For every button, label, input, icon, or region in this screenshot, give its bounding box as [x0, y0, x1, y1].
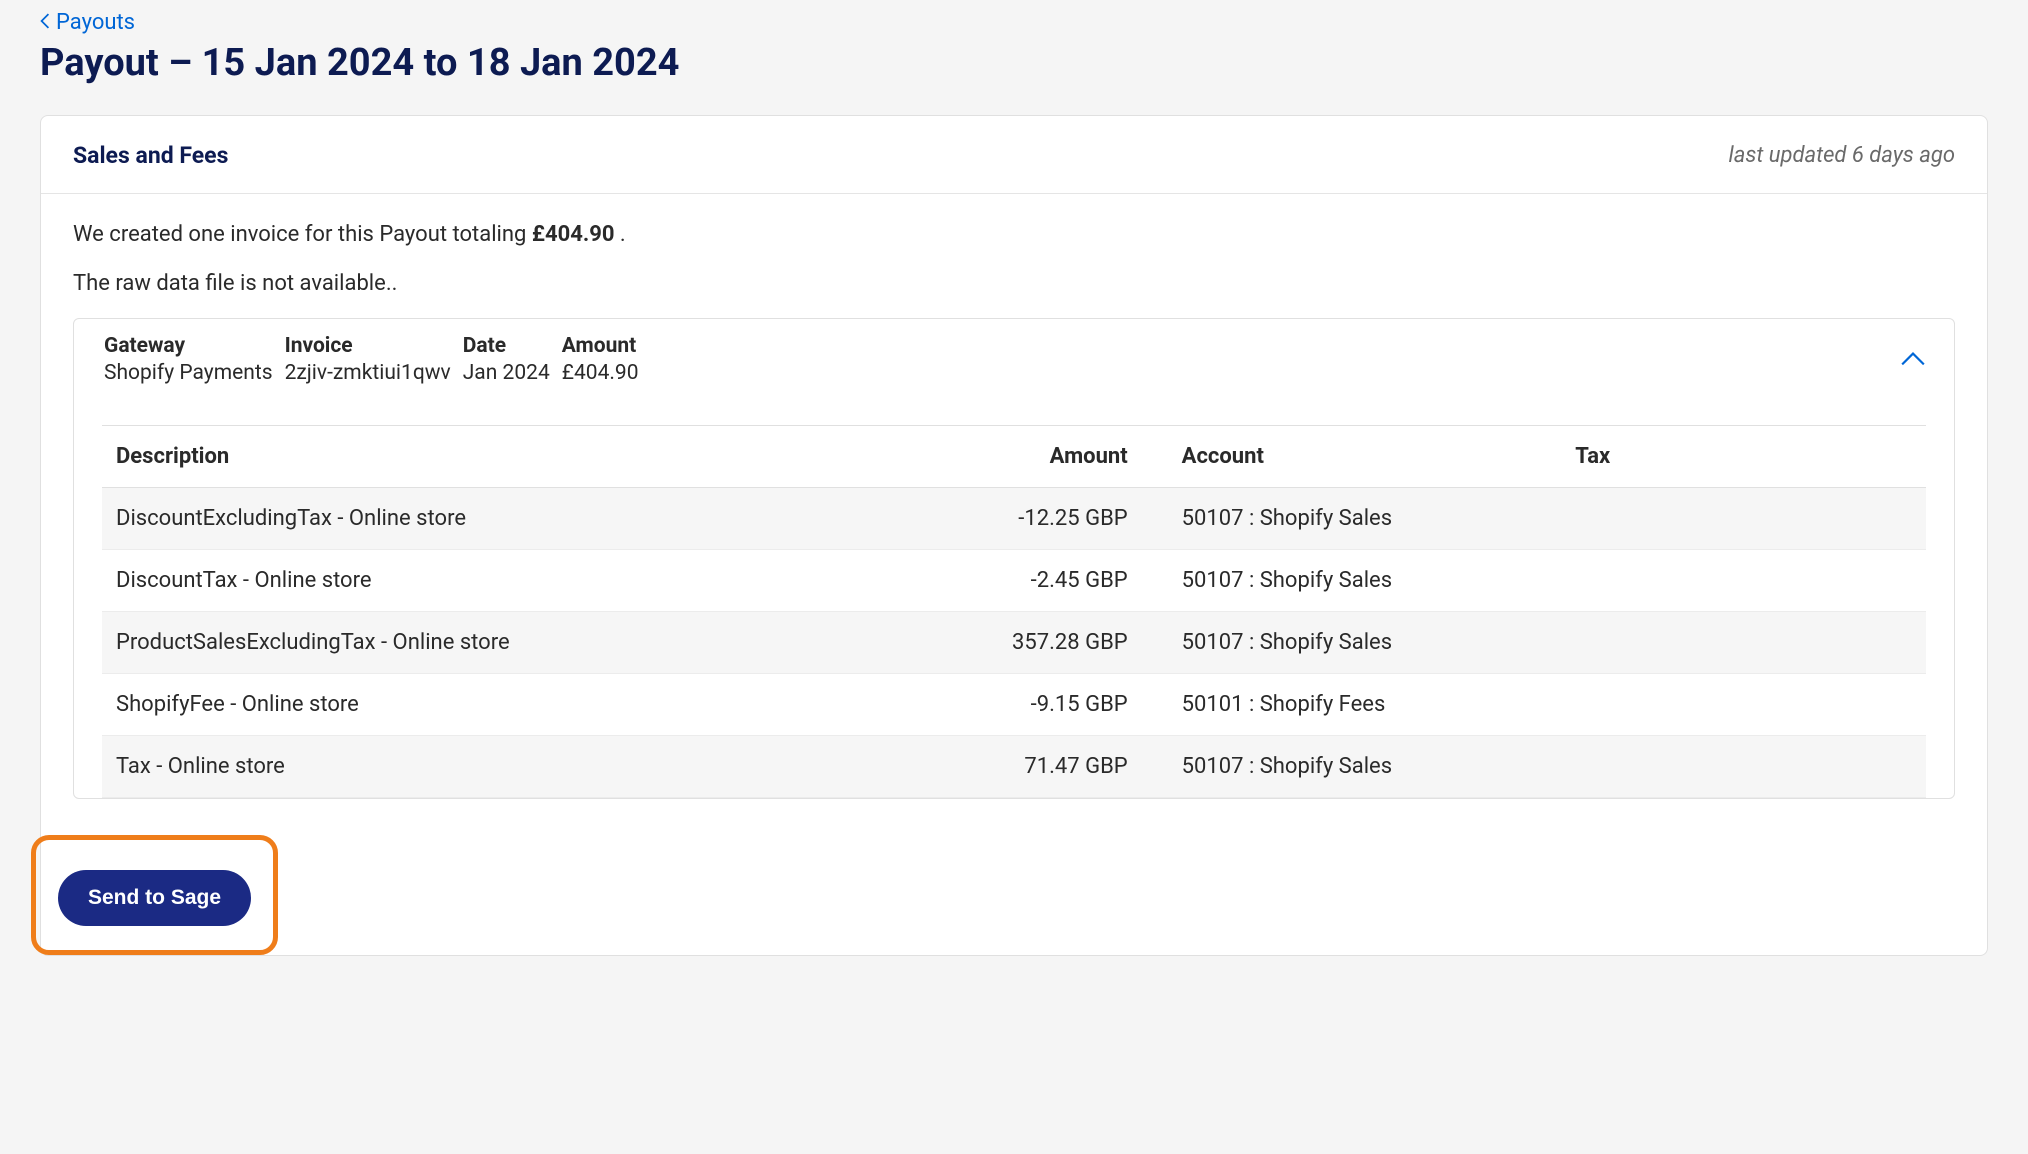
cell-description: DiscountTax - Online store [102, 550, 923, 612]
col-tax: Tax [1561, 426, 1926, 488]
sales-and-fees-card: Sales and Fees last updated 6 days ago W… [40, 115, 1988, 956]
table-row: DiscountExcludingTax - Online store-12.2… [102, 488, 1926, 550]
invoice-lines-table: Description Amount Account Tax DiscountE… [102, 425, 1926, 798]
card-title: Sales and Fees [73, 142, 228, 169]
invoice-lines-table-wrap: Description Amount Account Tax DiscountE… [74, 401, 1954, 798]
raw-data-note: The raw data file is not available.. [73, 269, 1955, 300]
cell-account: 50107 : Shopify Sales [1142, 612, 1562, 674]
table-row: ProductSalesExcludingTax - Online store3… [102, 612, 1926, 674]
invoice-accordion: Gateway Shopify Payments Invoice 2zjiv-z… [73, 318, 1955, 800]
chevron-left-icon [40, 10, 50, 35]
cell-tax [1561, 674, 1926, 736]
chevron-up-icon [1900, 348, 1926, 372]
meta-gateway: Gateway Shopify Payments [104, 333, 273, 388]
col-account: Account [1142, 426, 1562, 488]
send-to-sage-highlight: Send to Sage [31, 835, 278, 955]
summary-suffix: . [614, 222, 625, 247]
page-title: Payout – 15 Jan 2024 to 18 Jan 2024 [40, 41, 1988, 85]
summary-prefix: We created one invoice for this Payout t… [73, 222, 532, 247]
cell-account: 50101 : Shopify Fees [1142, 674, 1562, 736]
accordion-header[interactable]: Gateway Shopify Payments Invoice 2zjiv-z… [74, 319, 1954, 402]
last-updated-text: last updated 6 days ago [1729, 143, 1955, 168]
breadcrumb-label: Payouts [56, 10, 135, 35]
cell-tax [1561, 736, 1926, 798]
meta-date: Date Jan 2024 [463, 333, 550, 388]
cell-description: ProductSalesExcludingTax - Online store [102, 612, 923, 674]
col-amount: Amount [923, 426, 1142, 488]
cell-account: 50107 : Shopify Sales [1142, 736, 1562, 798]
cell-amount: 71.47 GBP [923, 736, 1142, 798]
breadcrumb-payouts[interactable]: Payouts [40, 10, 135, 35]
send-to-sage-button[interactable]: Send to Sage [58, 870, 251, 926]
card-body: We created one invoice for this Payout t… [41, 194, 1987, 817]
table-row: ShopifyFee - Online store-9.15 GBP50101 … [102, 674, 1926, 736]
invoice-summary: We created one invoice for this Payout t… [73, 220, 1955, 251]
card-header: Sales and Fees last updated 6 days ago [41, 116, 1987, 194]
cell-tax [1561, 612, 1926, 674]
cell-tax [1561, 488, 1926, 550]
table-row: Tax - Online store71.47 GBP50107 : Shopi… [102, 736, 1926, 798]
cell-amount: -12.25 GBP [923, 488, 1142, 550]
cell-description: ShopifyFee - Online store [102, 674, 923, 736]
cell-amount: -2.45 GBP [923, 550, 1142, 612]
meta-invoice: Invoice 2zjiv-zmktiui1qwv [285, 333, 451, 388]
table-header-row: Description Amount Account Tax [102, 426, 1926, 488]
cell-amount: -9.15 GBP [923, 674, 1142, 736]
cell-description: Tax - Online store [102, 736, 923, 798]
cell-description: DiscountExcludingTax - Online store [102, 488, 923, 550]
meta-amount: Amount £404.90 [562, 333, 639, 388]
col-description: Description [102, 426, 923, 488]
summary-amount: £404.90 [532, 222, 615, 247]
table-row: DiscountTax - Online store-2.45 GBP50107… [102, 550, 1926, 612]
cell-tax [1561, 550, 1926, 612]
accordion-meta: Gateway Shopify Payments Invoice 2zjiv-z… [104, 333, 639, 388]
cell-account: 50107 : Shopify Sales [1142, 550, 1562, 612]
cell-account: 50107 : Shopify Sales [1142, 488, 1562, 550]
cell-amount: 357.28 GBP [923, 612, 1142, 674]
